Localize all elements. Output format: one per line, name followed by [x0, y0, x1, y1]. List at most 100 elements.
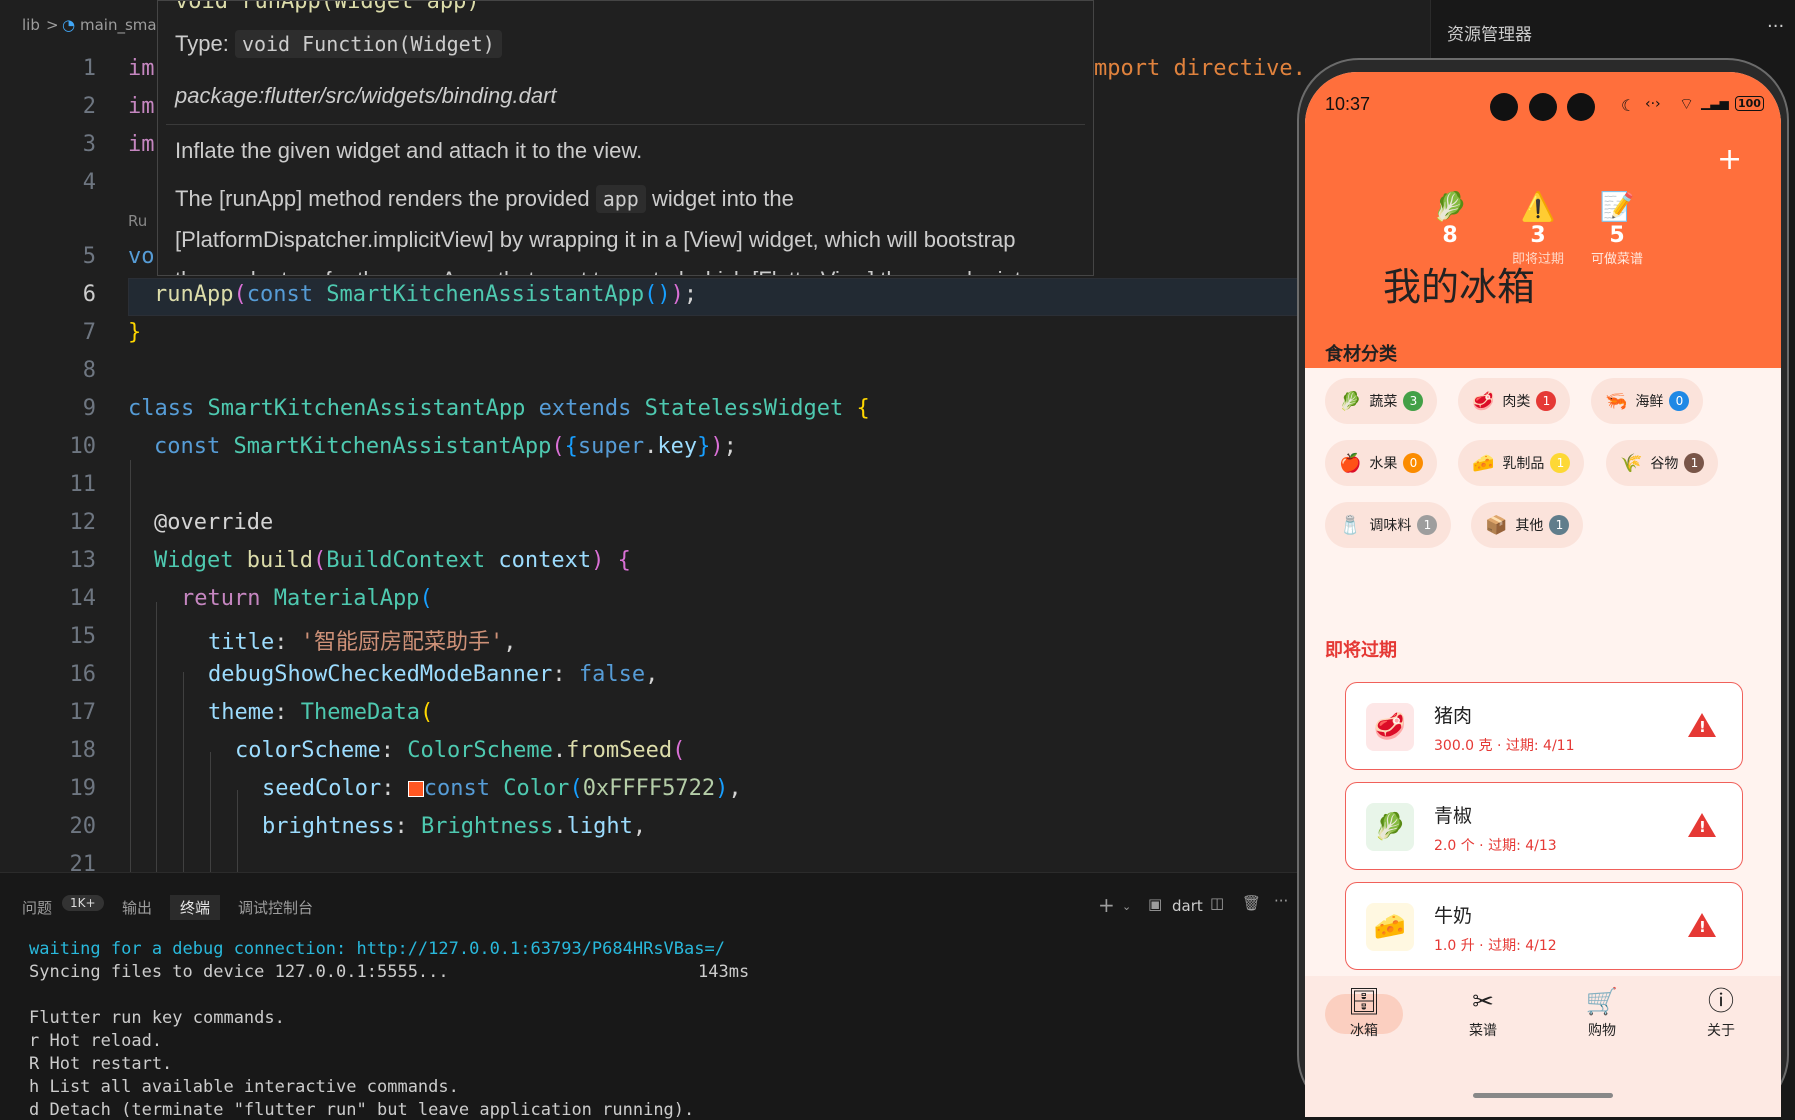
item-name: 青椒: [1434, 805, 1473, 827]
tab-terminal[interactable]: 终端: [170, 895, 221, 920]
stat-label: 可做菜谱: [1590, 252, 1643, 267]
color-swatch-icon[interactable]: [407, 781, 424, 797]
indent-guide: [210, 752, 211, 872]
code-line-20: brightness: Brightness.light,: [262, 814, 647, 839]
breadcrumb-root[interactable]: lib: [22, 16, 40, 34]
chip-label: 水果: [1369, 456, 1398, 472]
category-chip-meat[interactable]: 🥩 肉类 1: [1458, 378, 1571, 424]
chip-label: 肉类: [1502, 394, 1531, 410]
category-chip-fruit[interactable]: 🍎 水果 0: [1325, 440, 1438, 486]
nav-label: 关于: [1707, 1023, 1735, 1039]
expiring-item-card[interactable]: 🧀 牛奶 1.0 升 · 过期: 4/12 !: [1345, 882, 1743, 970]
apple-icon: 🍎: [1339, 452, 1362, 474]
stat-ingredients: 🥬 8: [1415, 190, 1485, 248]
nav-about[interactable]: ⓘ 关于: [1662, 984, 1780, 1040]
trash-icon[interactable]: 🗑: [1242, 894, 1261, 912]
line-number: 13: [69, 548, 97, 573]
grain-icon: 🌾: [1620, 452, 1643, 474]
code-line-14: return MaterialApp(: [181, 586, 433, 611]
category-chip-seafood[interactable]: 🦐 海鲜 0: [1591, 378, 1704, 424]
indent-guide: [156, 602, 157, 872]
cart-icon: 🛒: [1585, 987, 1619, 1017]
nav-fridge[interactable]: 🗄 冰箱: [1305, 984, 1423, 1040]
count-badge: 0: [1669, 391, 1690, 411]
home-indicator[interactable]: [1473, 1093, 1613, 1098]
meat-icon: 🥩: [1366, 703, 1414, 751]
section-title-expiring: 即将过期: [1325, 640, 1397, 661]
more-actions-icon[interactable]: ···: [1767, 16, 1784, 37]
line-number: 10: [69, 434, 97, 459]
category-chip-dairy[interactable]: 🧀 乳制品 1: [1458, 440, 1585, 486]
code-line-13: Widget build(BuildContext context) {: [154, 548, 631, 573]
hover-desc-3: the render tree for the app. Apps that w…: [175, 267, 1033, 275]
count-badge: 1: [1549, 515, 1570, 535]
line-number: 19: [69, 776, 97, 801]
hover-desc-2: [PlatformDispatcher.implicitView] by wra…: [175, 227, 1016, 252]
stat-recipes: 📝 5 可做菜谱: [1567, 190, 1667, 267]
terminal-line: Syncing files to device 127.0.0.1:5555..…: [29, 962, 449, 982]
bottom-panel: 问题 1K+ 输出 终端 调试控制台 + ⌄ ▣ dart ◫ 🗑 ··· wa…: [0, 872, 1430, 1120]
line-number: 5: [82, 244, 96, 269]
new-terminal-plus-icon[interactable]: +: [1098, 893, 1115, 917]
line-number: 7: [82, 320, 96, 345]
line-number: 18: [69, 738, 97, 763]
terminal-line: Flutter run key commands.: [29, 1008, 285, 1028]
page-title: 我的冰箱: [1383, 265, 1536, 309]
terminal-line: R Hot restart.: [29, 1054, 173, 1074]
chip-label: 蔬菜: [1369, 394, 1398, 410]
stat-value: 8: [1442, 223, 1458, 248]
count-badge: 1: [1536, 391, 1557, 411]
line-number: 6: [82, 282, 96, 307]
count-badge: 3: [1403, 391, 1424, 411]
terminal-name[interactable]: dart: [1172, 897, 1203, 915]
salt-icon: 🧂: [1339, 514, 1362, 536]
line-number: 17: [69, 700, 97, 725]
line-number: 8: [82, 358, 96, 383]
nav-shopping[interactable]: 🛒 购物: [1543, 984, 1661, 1040]
breadcrumb-separator: >: [46, 16, 59, 34]
phone-screen[interactable]: 10:37 ☾ ‹·› ⌔ ▁▃▅ 100 + 🥬 8 ⚠️ 3 即将过期 📝 …: [1305, 72, 1781, 1117]
terminal-icon: ▣: [1148, 895, 1163, 913]
tab-output[interactable]: 输出: [122, 897, 152, 918]
more-actions-icon[interactable]: ···: [1274, 892, 1288, 910]
terminal-line: h List all available interactive command…: [29, 1077, 459, 1097]
nav-label: 冰箱: [1350, 1023, 1378, 1039]
add-item-button[interactable]: +: [1717, 142, 1742, 177]
tab-problems[interactable]: 问题: [22, 897, 52, 918]
nav-label: 菜谱: [1469, 1023, 1497, 1039]
expiring-item-card[interactable]: 🥩 猪肉 300.0 克 · 过期: 4/11 !: [1345, 682, 1743, 770]
line-number: 15: [69, 624, 97, 649]
code-line-19: seedColor: const Color(0xFFFF5722),: [262, 776, 742, 801]
expiring-item-card[interactable]: 🥬 青椒 2.0 个 · 过期: 4/13 !: [1345, 782, 1743, 870]
category-chip-other[interactable]: 📦 其他 1: [1471, 502, 1584, 548]
line-number: 4: [82, 170, 96, 195]
moon-icon: ☾: [1621, 96, 1636, 115]
line-number: 9: [82, 396, 96, 421]
chip-label: 谷物: [1650, 456, 1679, 472]
cheese-icon: 🧀: [1366, 903, 1414, 951]
split-terminal-icon[interactable]: ◫: [1210, 894, 1224, 912]
count-badge: 1: [1684, 453, 1705, 473]
vegetable-icon: 🥬: [1339, 390, 1362, 412]
code-line-16: debugShowCheckedModeBanner: false,: [208, 662, 659, 687]
hover-tooltip: void runApp(Widget app) Type: void Funct…: [157, 0, 1094, 276]
codelens-run[interactable]: Ru: [128, 212, 147, 230]
chevron-down-icon[interactable]: ⌄: [1122, 900, 1131, 913]
code-line-17: theme: ThemeData(: [208, 700, 434, 725]
category-chip-vegetables[interactable]: 🥬 蔬菜 3: [1325, 378, 1438, 424]
code-line-1: im: [128, 56, 155, 81]
breadcrumb-file[interactable]: main_smar: [80, 16, 163, 34]
dart-file-icon: ◔: [62, 16, 76, 34]
code-line-15: title: '智能厨房配菜助手',: [208, 630, 517, 655]
nav-label: 购物: [1588, 1023, 1616, 1039]
shrimp-icon: 🦐: [1605, 390, 1628, 412]
item-detail: 1.0 升 · 过期: 4/12: [1434, 938, 1557, 954]
category-chip-grains[interactable]: 🌾 谷物 1: [1606, 440, 1719, 486]
category-chip-seasoning[interactable]: 🧂 调味料 1: [1325, 502, 1452, 548]
indent-guide: [183, 672, 184, 872]
app-header: 10:37 ☾ ‹·› ⌔ ▁▃▅ 100 + 🥬 8 ⚠️ 3 即将过期 📝 …: [1305, 72, 1781, 368]
signal-icon: ▁▃▅: [1701, 96, 1729, 110]
terminal-line[interactable]: waiting for a debug connection: http://1…: [29, 939, 725, 959]
tab-debug-console[interactable]: 调试控制台: [238, 897, 313, 918]
nav-recipes[interactable]: ✂ 菜谱: [1424, 984, 1542, 1040]
